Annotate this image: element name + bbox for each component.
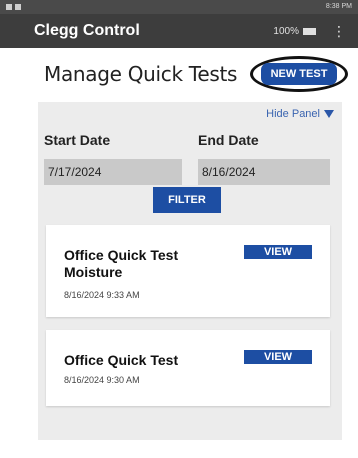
app-bar: Clegg Control 100% ⋮ (0, 14, 358, 48)
test-date: 8/16/2024 9:30 AM (64, 375, 140, 385)
filter-button[interactable]: FILTER (153, 187, 221, 213)
new-test-button[interactable]: NEW TEST (261, 63, 337, 85)
start-date-label: Start Date (44, 132, 111, 148)
test-card[interactable]: Office Quick Test Moisture 8/16/2024 9:3… (46, 225, 330, 317)
system-status-bar: 8:38 PM (0, 0, 358, 14)
battery-status: 100% (273, 26, 316, 37)
notification-icon (6, 4, 12, 10)
notification-icon (15, 4, 21, 10)
hide-panel-label: Hide Panel (266, 108, 320, 120)
view-button[interactable]: VIEW (244, 245, 312, 259)
app-title: Clegg Control (34, 22, 140, 39)
end-date-field[interactable]: 8/16/2024 (198, 159, 330, 185)
battery-icon (303, 27, 316, 35)
test-name: Office Quick Test (64, 352, 178, 369)
more-vert-icon[interactable]: ⋮ (332, 23, 346, 40)
test-name-line2: Moisture (64, 264, 123, 280)
view-button[interactable]: VIEW (244, 350, 312, 364)
hide-panel-toggle[interactable]: Hide Panel (266, 108, 334, 120)
test-name: Office Quick Test Moisture (64, 247, 178, 281)
test-card[interactable]: Office Quick Test 8/16/2024 9:30 AM VIEW (46, 330, 330, 406)
test-name-line1: Office Quick Test (64, 247, 179, 263)
test-name-line1: Office Quick Test (64, 352, 179, 368)
battery-percent: 100% (273, 25, 299, 37)
page-title: Manage Quick Tests (44, 62, 238, 86)
triangle-down-icon (324, 110, 334, 118)
start-date-field[interactable]: 7/17/2024 (44, 159, 182, 185)
test-date: 8/16/2024 9:33 AM (64, 290, 140, 300)
status-time: 8:38 PM (325, 3, 352, 10)
status-icons (6, 0, 21, 14)
end-date-label: End Date (198, 132, 259, 148)
